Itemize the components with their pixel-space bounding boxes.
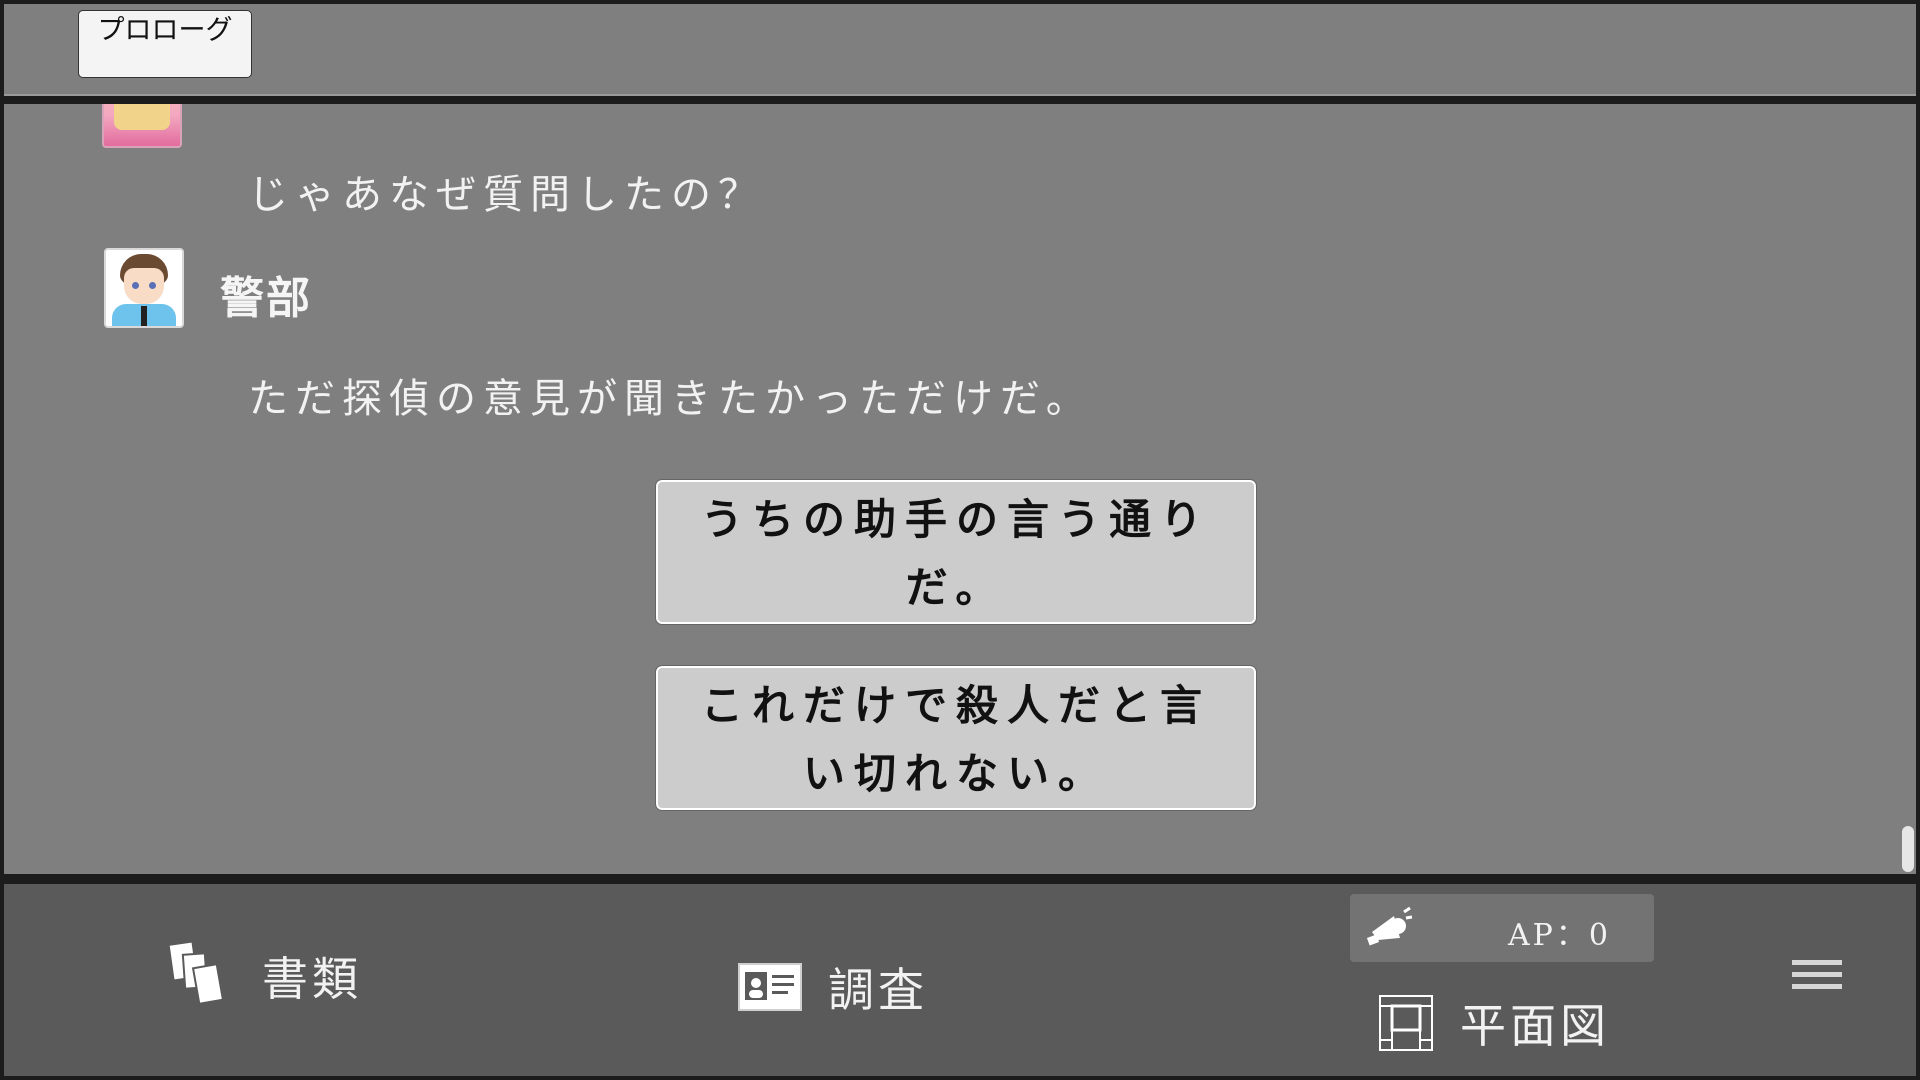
documents-button[interactable]: 書類 (168, 940, 362, 1012)
assistant-avatar (102, 104, 182, 148)
floorplan-label: 平面図 (1460, 999, 1610, 1053)
choice-button-disagree[interactable]: これだけで殺人だと言い切れない。 (655, 665, 1257, 811)
hamburger-menu-icon[interactable] (1792, 960, 1842, 996)
documents-label: 書類 (262, 952, 362, 1006)
chapter-button[interactable]: プロローグ (78, 10, 252, 78)
megaphone-icon (1366, 906, 1413, 946)
action-points-panel: AP：0 (1350, 894, 1654, 962)
header-bar: プロローグ (4, 4, 1916, 96)
investigate-label: 調査 (828, 963, 928, 1017)
inspector-avatar (104, 248, 184, 328)
floorplan-icon (1379, 995, 1433, 1051)
dialogue-line: じゃあなぜ質問したの？ (248, 172, 765, 218)
game-screen: プロローグ じゃあなぜ質問したの？ 警部 ただ探偵の意見が聞きたかっただけだ。 … (0, 0, 1920, 1080)
speaker-name: 警部 (220, 273, 312, 324)
action-points-value: AP：0 (1508, 918, 1611, 953)
documents-icon (169, 942, 225, 1005)
floorplan-button[interactable]: 平面図 (1378, 990, 1610, 1056)
dialogue-line: ただ探偵の意見が聞きたかっただけだ。 (248, 376, 1093, 422)
choice-button-agree[interactable]: うちの助手の言う通りだ。 (655, 479, 1257, 625)
id-card-icon (738, 963, 802, 1011)
dialogue-log[interactable]: じゃあなぜ質問したの？ 警部 ただ探偵の意見が聞きたかっただけだ。 うちの助手の… (4, 104, 1916, 874)
investigate-button[interactable]: 調査 (738, 954, 928, 1020)
bottom-toolbar: 書類 調査 AP：0 平面図 (4, 884, 1916, 1076)
scrollbar-thumb[interactable] (1902, 826, 1914, 872)
